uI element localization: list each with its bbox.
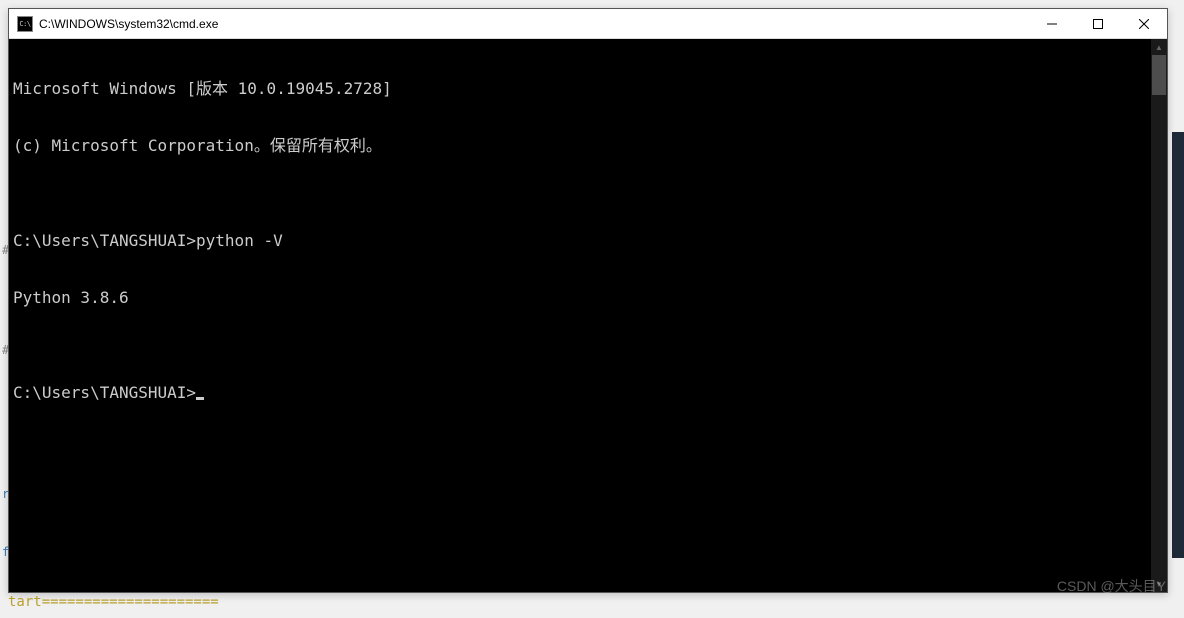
terminal-prompt: C:\Users\TANGSHUAI> (13, 383, 196, 402)
terminal-line: (c) Microsoft Corporation。保留所有权利。 (13, 136, 1147, 155)
cmd-icon: C:\ (17, 16, 33, 32)
watermark: CSDN @大头目Y (1057, 576, 1166, 596)
background-code-strip (1172, 132, 1184, 558)
terminal-area[interactable]: Microsoft Windows [版本 10.0.19045.2728] (… (9, 39, 1167, 592)
titlebar[interactable]: C:\ C:\WINDOWS\system32\cmd.exe (9, 9, 1167, 39)
background-text: tart===================== (8, 594, 219, 610)
close-button[interactable] (1121, 9, 1167, 38)
terminal-content[interactable]: Microsoft Windows [版本 10.0.19045.2728] (… (9, 39, 1151, 592)
cmd-window: C:\ C:\WINDOWS\system32\cmd.exe Microsof… (8, 8, 1168, 593)
terminal-line: Python 3.8.6 (13, 288, 1147, 307)
minimize-icon (1047, 19, 1057, 29)
terminal-line: C:\Users\TANGSHUAI>python -V (13, 231, 1147, 250)
scroll-up-button[interactable]: ▲ (1151, 39, 1167, 55)
close-icon (1139, 19, 1149, 29)
vertical-scrollbar[interactable]: ▲ ▼ (1151, 39, 1167, 592)
window-title: C:\WINDOWS\system32\cmd.exe (39, 17, 1029, 31)
scrollbar-thumb[interactable] (1152, 55, 1166, 95)
cursor (196, 397, 204, 400)
window-controls (1029, 9, 1167, 38)
minimize-button[interactable] (1029, 9, 1075, 38)
terminal-prompt-line: C:\Users\TANGSHUAI> (13, 383, 1147, 402)
maximize-button[interactable] (1075, 9, 1121, 38)
maximize-icon (1093, 19, 1103, 29)
terminal-line: Microsoft Windows [版本 10.0.19045.2728] (13, 79, 1147, 98)
